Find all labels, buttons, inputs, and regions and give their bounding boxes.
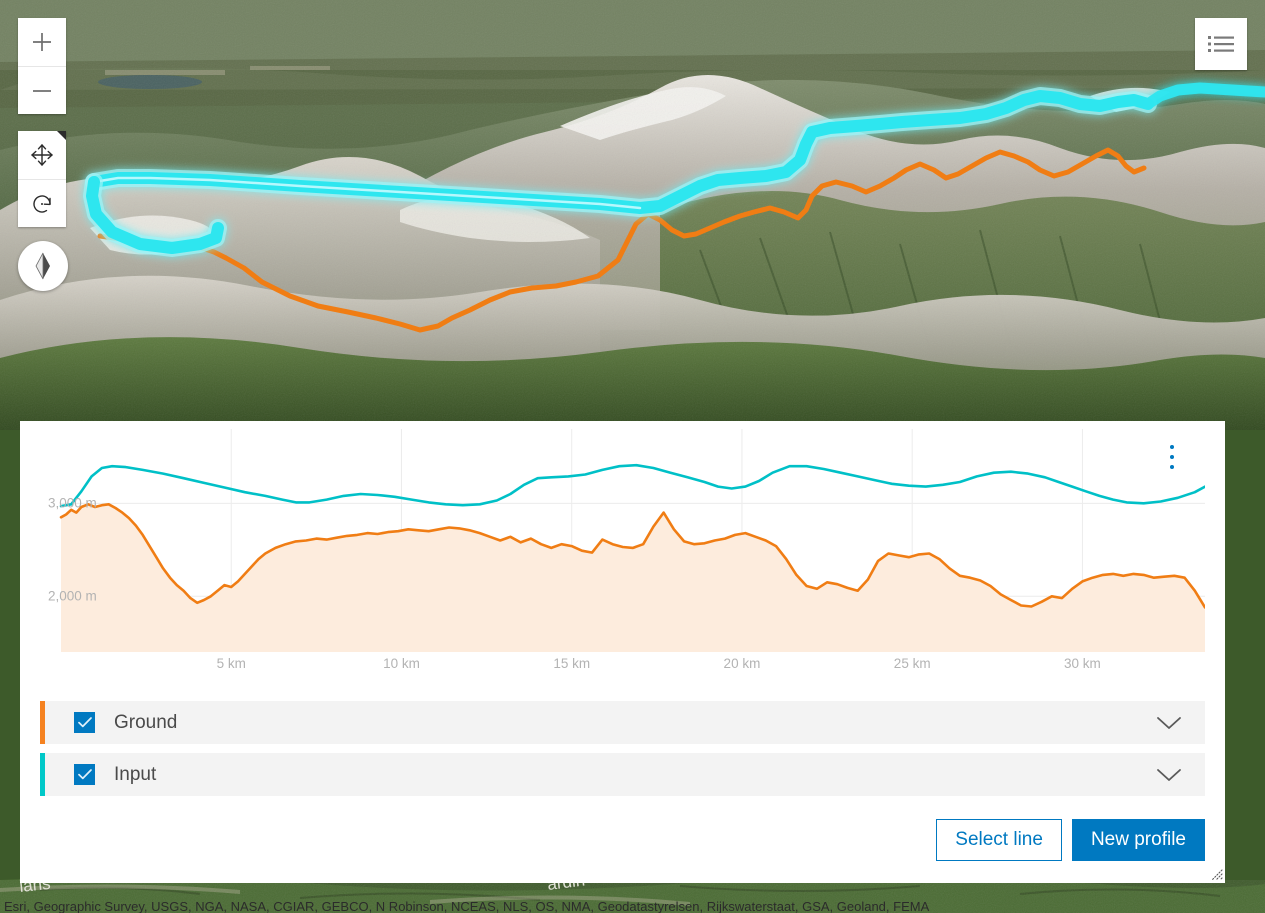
zoom-controls[interactable]	[18, 18, 66, 114]
new-profile-button[interactable]: New profile	[1071, 819, 1205, 861]
select-line-button[interactable]: Select line	[936, 819, 1062, 861]
menu-dot	[1170, 455, 1174, 459]
chevron-down-glyph	[1157, 716, 1181, 729]
navigation-controls[interactable]	[18, 131, 66, 227]
compass-button[interactable]	[18, 241, 68, 291]
zoom-in-button[interactable]	[18, 18, 66, 66]
active-corner-indicator	[57, 131, 66, 140]
profile-legend-list[interactable]: Ground Input	[40, 701, 1205, 805]
list-lines-icon	[1208, 36, 1234, 52]
checkmark-icon	[77, 717, 92, 728]
legend-row-input[interactable]: Input	[40, 753, 1205, 796]
x-axis-tick-label: 20 km	[723, 656, 761, 671]
rotate-icon	[33, 194, 51, 213]
x-axis-tick-label: 25 km	[893, 656, 931, 671]
chevron-down-glyph	[1157, 768, 1181, 781]
series-color-swatch	[40, 701, 45, 744]
zoom-out-button[interactable]	[18, 66, 66, 114]
x-axis-tick-label: 10 km	[383, 656, 420, 671]
legend-checkbox-input[interactable]	[74, 764, 95, 785]
legend-label-ground: Ground	[114, 711, 178, 733]
panel-action-buttons[interactable]: Select line New profile	[936, 819, 1205, 861]
legend-row-ground[interactable]: Ground	[40, 701, 1205, 744]
y-axis-tick-label: 2,000 m	[48, 588, 97, 604]
x-axis-tick-label: 5 km	[216, 656, 246, 671]
menu-dot	[1170, 445, 1174, 449]
minus-icon	[33, 89, 51, 92]
chart-options-menu-button[interactable]	[1162, 443, 1182, 471]
map-attribution: Esri, Geographic Survey, USGS, NGA, NASA…	[4, 899, 930, 913]
chevron-down-icon[interactable]	[1156, 768, 1182, 782]
series-color-swatch	[40, 753, 45, 796]
x-axis-tick-label: 30 km	[1064, 656, 1101, 671]
menu-dot	[1170, 465, 1174, 469]
compass-needle-icon	[35, 252, 50, 280]
legend-label-input: Input	[114, 763, 157, 785]
chart-series	[59, 463, 1205, 652]
pan-arrows-icon	[31, 144, 53, 166]
y-axis-tick-label: 3,000 m	[48, 495, 97, 511]
chevron-down-icon[interactable]	[1156, 716, 1182, 730]
panel-resize-grip[interactable]	[1207, 865, 1223, 881]
checkmark-icon	[77, 769, 92, 780]
chart-plot	[59, 429, 1205, 652]
elevation-profile-panel[interactable]: 3,000 m 2,000 m 5 km 10 km 15 km 20 km 2…	[20, 421, 1225, 883]
elevation-profile-chart[interactable]: 3,000 m 2,000 m 5 km 10 km 15 km 20 km 2…	[20, 421, 1205, 671]
pan-button[interactable]	[18, 131, 66, 179]
layer-list-button[interactable]	[1195, 18, 1247, 70]
plus-icon	[33, 33, 51, 51]
legend-checkbox-ground[interactable]	[74, 712, 95, 733]
x-axis-tick-label: 15 km	[553, 656, 591, 671]
rotate-button[interactable]	[18, 179, 66, 227]
